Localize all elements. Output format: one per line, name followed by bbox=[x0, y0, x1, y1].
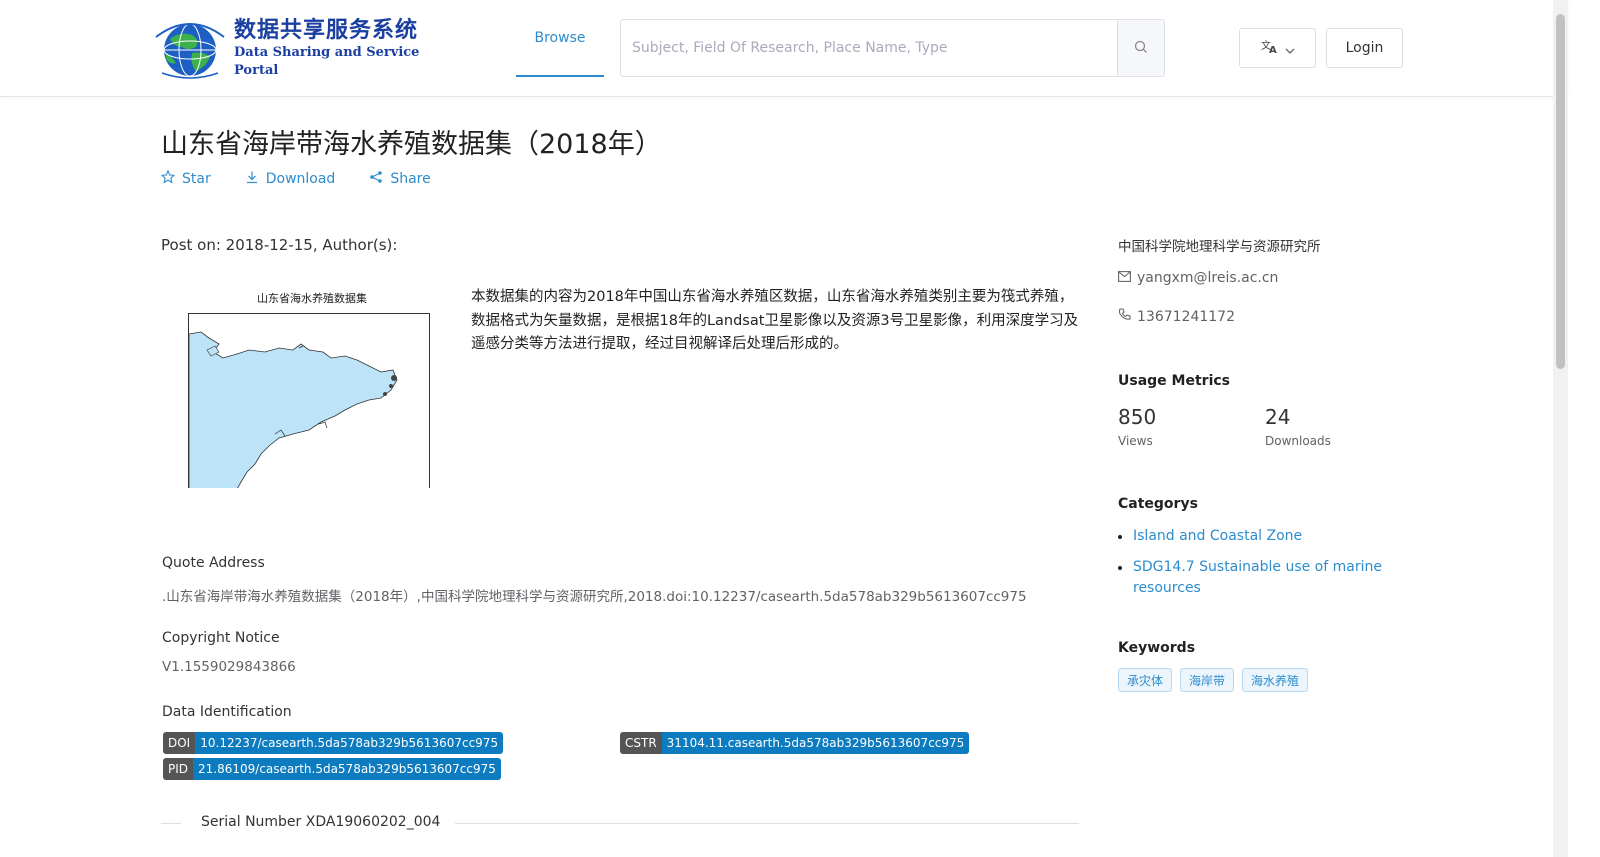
pid-key: PID bbox=[163, 758, 194, 780]
cstr-value: 31104.11.casearth.5da578ab329b5613607cc9… bbox=[661, 732, 970, 754]
pid-badge[interactable]: PID 21.86109/casearth.5da578ab329b561360… bbox=[163, 758, 501, 780]
quote-address-label: Quote Address bbox=[162, 555, 265, 571]
star-icon bbox=[160, 169, 176, 188]
email-value: yangxm@lreis.ac.cn bbox=[1137, 270, 1279, 286]
mail-icon bbox=[1118, 270, 1131, 286]
chevron-down-icon bbox=[1285, 39, 1295, 58]
quote-address-value: .山东省海岸带海水养殖数据集（2018年）,中国科学院地理科学与资源研究所,20… bbox=[162, 589, 1027, 605]
search-button[interactable] bbox=[1117, 20, 1164, 76]
views-label: Views bbox=[1118, 434, 1153, 448]
categories-heading: Categorys bbox=[1118, 496, 1198, 512]
phone-icon bbox=[1118, 308, 1131, 325]
share-icon bbox=[369, 170, 383, 188]
search-input[interactable] bbox=[621, 20, 1117, 76]
divider-line bbox=[161, 823, 181, 824]
keyword-tag[interactable]: 承灾体 bbox=[1118, 668, 1173, 692]
category-link[interactable]: SDG14.7 Sustainable use of marine resour… bbox=[1118, 557, 1388, 599]
login-button[interactable]: Login bbox=[1326, 28, 1403, 68]
search-icon bbox=[1134, 39, 1148, 58]
cstr-key: CSTR bbox=[620, 732, 662, 754]
page-scrollbar[interactable] bbox=[1553, 0, 1568, 857]
serial-number: Serial Number XDA19060202_004 bbox=[201, 814, 441, 830]
usage-metrics-heading: Usage Metrics bbox=[1118, 373, 1230, 389]
portal-logo[interactable]: 数据共享服务系统 Data Sharing and Service Portal bbox=[152, 17, 442, 79]
dataset-thumbnail[interactable]: 山东省海水养殖数据集 bbox=[187, 290, 431, 488]
downloads-count: 24 bbox=[1265, 405, 1291, 429]
translate-icon: 文A bbox=[1261, 38, 1279, 58]
download-icon bbox=[245, 170, 259, 188]
cstr-badge[interactable]: CSTR 31104.11.casearth.5da578ab329b56136… bbox=[620, 732, 970, 754]
dataset-description: 本数据集的内容为2018年中国山东省海水养殖区数据，山东省海水养殖类别主要为筏式… bbox=[471, 289, 1079, 352]
logo-english-title: Data Sharing and Service Portal bbox=[234, 45, 420, 78]
action-bar: Star Download Share bbox=[160, 169, 431, 188]
logo-chinese-title: 数据共享服务系统 bbox=[234, 17, 419, 43]
doi-value: 10.12237/casearth.5da578ab329b5613607cc9… bbox=[195, 732, 504, 754]
doi-key: DOI bbox=[163, 732, 196, 754]
copyright-label: Copyright Notice bbox=[162, 630, 280, 646]
contact-email[interactable]: yangxm@lreis.ac.cn bbox=[1118, 270, 1278, 286]
keyword-tag[interactable]: 海岸带 bbox=[1180, 668, 1235, 692]
data-identification-label: Data Identification bbox=[162, 704, 292, 720]
contact-phone: 13671241172 bbox=[1118, 308, 1235, 325]
page-title: 山东省海岸带海水养殖数据集（2018年） bbox=[161, 129, 662, 160]
doi-badge[interactable]: DOI 10.12237/casearth.5da578ab329b561360… bbox=[163, 732, 504, 754]
downloads-label: Downloads bbox=[1265, 434, 1331, 448]
keyword-list: 承灾体 海岸带 海水养殖 bbox=[1118, 668, 1309, 692]
scrollbar-thumb[interactable] bbox=[1556, 14, 1565, 369]
download-label: Download bbox=[265, 171, 336, 187]
post-date-authors: Post on: 2018-12-15, Author(s): bbox=[161, 236, 398, 254]
globe-logo-icon bbox=[152, 17, 230, 79]
copyright-value: V1.1559029843866 bbox=[162, 659, 296, 675]
divider-line bbox=[455, 823, 1079, 824]
phone-value: 13671241172 bbox=[1137, 308, 1235, 325]
share-label: Share bbox=[390, 171, 431, 187]
svg-text:A: A bbox=[1269, 45, 1277, 54]
serial-number-divider: Serial Number XDA19060202_004 bbox=[161, 812, 1079, 834]
thumbnail-title: 山东省海水养殖数据集 bbox=[257, 292, 367, 305]
keywords-heading: Keywords bbox=[1118, 640, 1196, 656]
pid-value: 21.86109/casearth.5da578ab329b5613607cc9… bbox=[193, 758, 501, 780]
search-bar bbox=[620, 19, 1165, 77]
download-button[interactable]: Download bbox=[245, 170, 336, 188]
keyword-tag[interactable]: 海水养殖 bbox=[1242, 668, 1309, 692]
category-link[interactable]: Island and Coastal Zone bbox=[1118, 526, 1388, 547]
language-switch-button[interactable]: 文A bbox=[1239, 28, 1316, 68]
nav-browse-tab[interactable]: Browse bbox=[516, 0, 604, 77]
star-label: Star bbox=[182, 171, 211, 187]
share-button[interactable]: Share bbox=[369, 170, 431, 188]
organization-name: 中国科学院地理科学与资源研究所 bbox=[1118, 239, 1321, 255]
views-count: 850 bbox=[1118, 405, 1157, 429]
star-button[interactable]: Star bbox=[160, 169, 211, 188]
top-header: 数据共享服务系统 Data Sharing and Service Portal… bbox=[0, 0, 1568, 97]
thumbnail-map-image bbox=[188, 313, 430, 488]
